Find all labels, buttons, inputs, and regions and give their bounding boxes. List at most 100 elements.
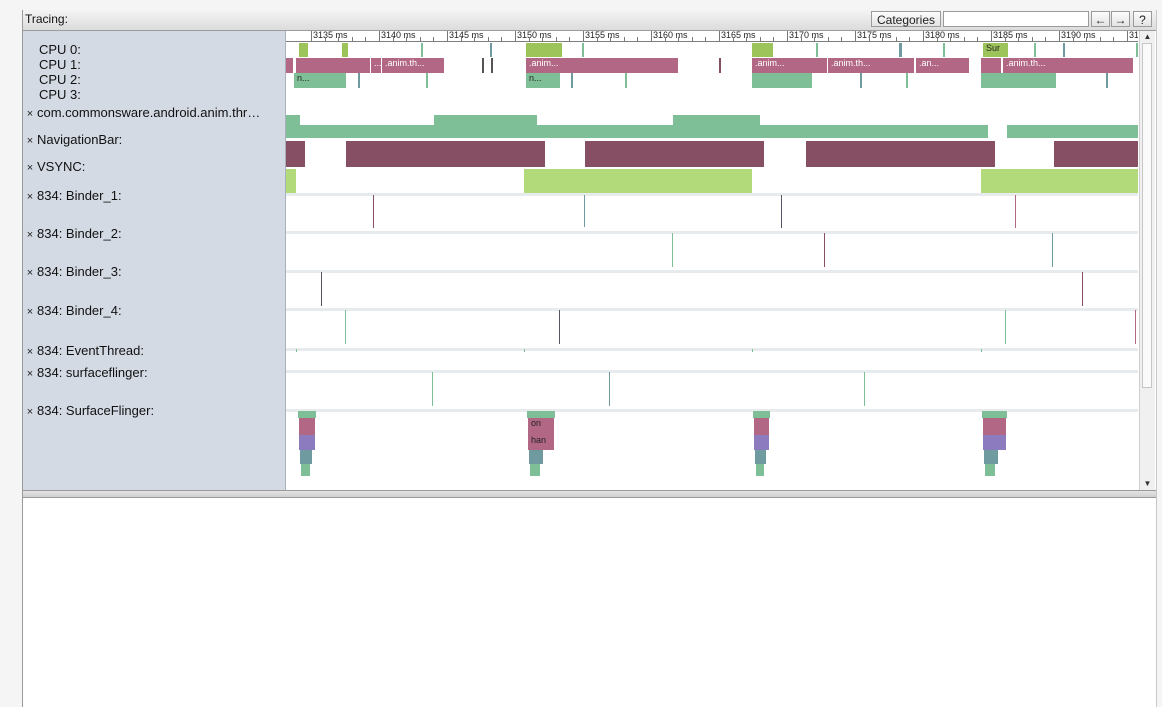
cpu1-slice-anim[interactable]: .anim.th... (828, 58, 914, 73)
cpu1-slice[interactable] (286, 58, 293, 73)
binder3-slice[interactable] (1082, 272, 1083, 306)
cpu0-slice-sur[interactable]: Sur (983, 43, 1008, 57)
surfaceflinger-slice[interactable] (754, 435, 769, 450)
cpu0-slice[interactable] (1063, 43, 1065, 57)
binder1-slice[interactable] (781, 195, 782, 228)
close-icon[interactable]: × (23, 406, 37, 418)
binder2-slice[interactable] (824, 233, 825, 267)
cpu1-slice[interactable] (296, 58, 370, 73)
surfaceflinger-slice[interactable] (527, 411, 555, 418)
cpu0-slice[interactable] (490, 43, 492, 57)
navigationbar-slice[interactable] (286, 141, 305, 167)
surfaceflinger-slice[interactable] (299, 435, 315, 450)
cpu2-slice-n[interactable]: n... (526, 73, 560, 88)
cpu1-slice[interactable] (491, 58, 493, 73)
surfaceflinger-slice[interactable] (754, 418, 769, 435)
surfaceflinger-slice[interactable] (300, 450, 312, 464)
cpu0-slice[interactable] (1136, 43, 1138, 57)
cpu1-slice-anim[interactable]: .anim.th... (382, 58, 444, 73)
search-input[interactable] (943, 11, 1089, 27)
close-icon[interactable]: × (23, 135, 37, 147)
surfaceflinger-slice[interactable] (530, 464, 540, 476)
cpu0-slice[interactable] (421, 43, 423, 57)
cpu0-slice[interactable] (1034, 43, 1036, 57)
scroll-up-icon[interactable]: ▲ (1140, 31, 1155, 43)
close-icon[interactable]: × (23, 306, 37, 318)
surfaceflinger-slice-han[interactable]: han (528, 435, 554, 450)
help-button[interactable]: ? (1133, 11, 1152, 27)
time-ruler[interactable]: 3135 ms 3140 ms 3145 ms 3150 ms 3155 ms … (286, 31, 1138, 42)
cpu1-slice[interactable] (981, 58, 1001, 73)
cpu1-slice-anim[interactable]: .anim... (526, 58, 678, 73)
timeline-canvas[interactable]: 3135 ms 3140 ms 3145 ms 3150 ms 3155 ms … (286, 31, 1138, 490)
surfaceflinger-slice[interactable] (301, 464, 310, 476)
cpu2-slice-n[interactable]: n... (294, 73, 346, 88)
scrollbar-thumb[interactable] (1142, 43, 1152, 388)
binder4-slice[interactable] (345, 310, 346, 344)
vsync-slice[interactable] (524, 169, 752, 193)
cpu2-slice[interactable] (752, 73, 812, 88)
cpu2-slice[interactable] (1106, 73, 1108, 88)
navigationbar-slice[interactable] (585, 141, 764, 167)
surfaceflinger-slice[interactable] (529, 450, 543, 464)
close-icon[interactable]: × (23, 267, 37, 279)
binder1-slice[interactable] (584, 195, 585, 227)
categories-button[interactable]: Categories (871, 11, 941, 27)
vsync-slice[interactable] (286, 169, 296, 193)
cpu0-slice[interactable] (943, 43, 945, 57)
surfaceflinger-slice-on[interactable]: on (528, 418, 554, 435)
sf-thread-slice[interactable] (609, 372, 610, 406)
navigationbar-slice[interactable] (806, 141, 995, 167)
binder4-slice[interactable] (1135, 310, 1136, 344)
panel-resize-handle[interactable] (23, 490, 1156, 498)
surfaceflinger-slice[interactable] (755, 450, 766, 464)
cpu1-slice-anim[interactable]: .anim.th... (1003, 58, 1133, 73)
surfaceflinger-slice[interactable] (983, 435, 1006, 450)
cpu2-slice[interactable] (860, 73, 862, 88)
sf-thread-slice[interactable] (864, 372, 865, 406)
cpu1-slice-an[interactable]: .an... (916, 58, 969, 73)
cpu1-slice[interactable] (482, 58, 484, 73)
cpu2-slice[interactable] (358, 73, 360, 88)
eventthread-slice[interactable] (981, 349, 982, 352)
cpu2-slice[interactable] (426, 73, 428, 88)
sf-thread-slice[interactable] (432, 372, 433, 406)
surfaceflinger-slice[interactable] (983, 418, 1006, 435)
cpu0-slice[interactable] (816, 43, 818, 57)
surfaceflinger-slice[interactable] (984, 450, 998, 464)
cpu2-slice[interactable] (625, 73, 627, 88)
cpu1-slice-dots[interactable]: ... (371, 58, 381, 73)
cpu0-slice[interactable] (582, 43, 584, 57)
cpu0-slice[interactable] (299, 43, 308, 57)
binder1-slice[interactable] (373, 195, 374, 228)
binder4-slice[interactable] (559, 310, 560, 344)
binder4-slice[interactable] (1005, 310, 1006, 344)
binder3-slice[interactable] (321, 272, 322, 306)
back-arrow-icon[interactable]: ← (1091, 11, 1110, 27)
cpu0-slice[interactable] (526, 43, 562, 57)
vertical-scrollbar[interactable]: ▲ ▼ (1139, 31, 1155, 490)
surfaceflinger-slice[interactable] (756, 464, 764, 476)
close-icon[interactable]: × (23, 346, 37, 358)
cpu1-slice-anim[interactable]: .anim... (752, 58, 827, 73)
eventthread-slice[interactable] (524, 349, 525, 352)
navigationbar-slice[interactable] (1054, 141, 1138, 167)
close-icon[interactable]: × (23, 229, 37, 241)
surfaceflinger-slice[interactable] (299, 418, 315, 435)
surfaceflinger-slice[interactable] (753, 411, 770, 418)
close-icon[interactable]: × (23, 108, 37, 120)
scroll-down-icon[interactable]: ▼ (1140, 478, 1155, 490)
close-icon[interactable]: × (23, 191, 37, 203)
binder2-slice[interactable] (1052, 233, 1053, 267)
surfaceflinger-slice[interactable] (985, 464, 995, 476)
cpu1-slice[interactable] (719, 58, 721, 73)
forward-arrow-icon[interactable]: → (1111, 11, 1130, 27)
eventthread-slice[interactable] (752, 349, 753, 352)
close-icon[interactable]: × (23, 162, 37, 174)
navigationbar-slice[interactable] (346, 141, 545, 167)
cpu2-slice[interactable] (906, 73, 908, 88)
binder1-slice[interactable] (1015, 195, 1016, 228)
cpu2-slice[interactable] (981, 73, 1056, 88)
close-icon[interactable]: × (23, 368, 37, 380)
surfaceflinger-slice[interactable] (298, 411, 316, 418)
